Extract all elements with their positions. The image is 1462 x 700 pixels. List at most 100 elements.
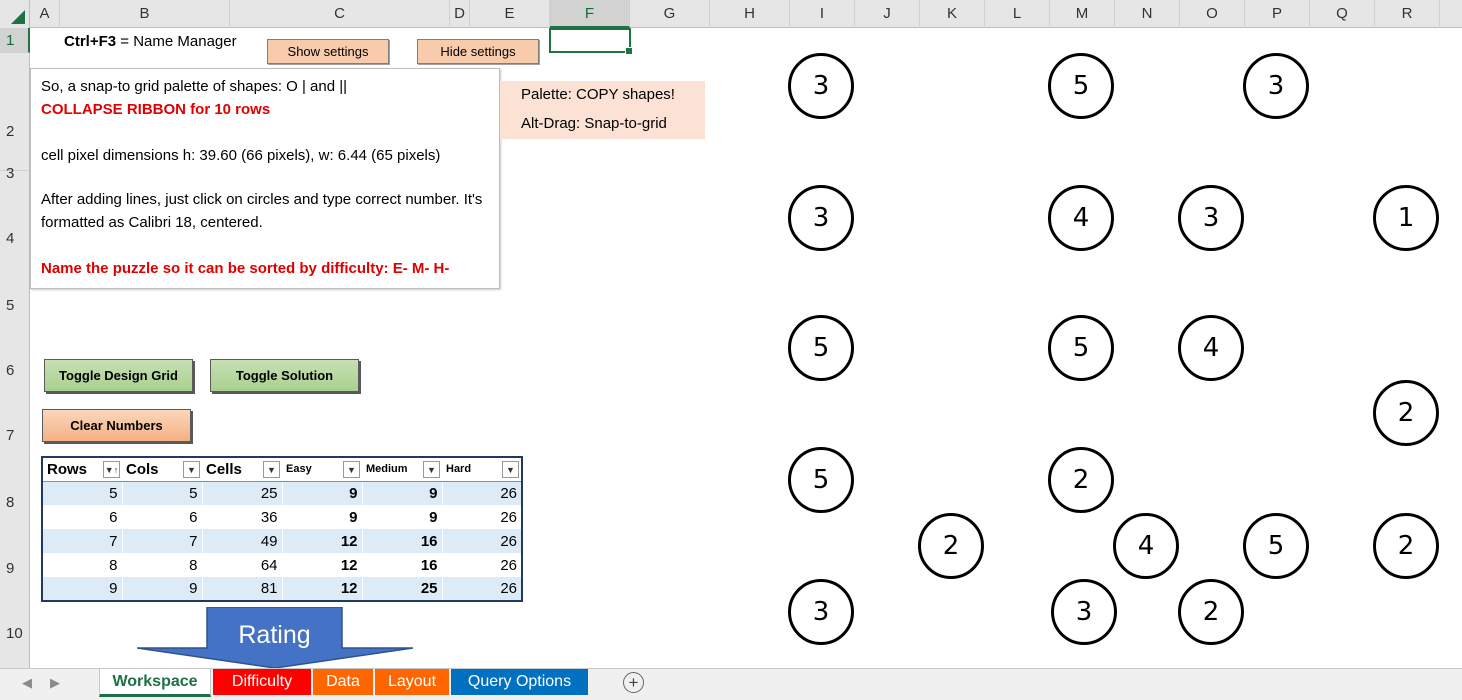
filter-dropdown-icon[interactable]: ▼ — [343, 461, 360, 478]
cell-easy[interactable]: 12 — [281, 553, 362, 577]
column-header-a[interactable]: A — [30, 0, 60, 28]
puzzle-circle-m8[interactable]: 2 — [1048, 447, 1114, 513]
column-header-k[interactable]: K — [920, 0, 985, 28]
puzzle-circle-o4[interactable]: 3 — [1178, 185, 1244, 251]
sheet-tab-workspace[interactable]: Workspace — [99, 669, 211, 697]
row-header-9[interactable]: 9 — [0, 553, 30, 583]
cell-cols[interactable]: 5 — [121, 481, 202, 505]
cell-rows[interactable]: 6 — [41, 505, 122, 529]
puzzle-circle-o6[interactable]: 4 — [1178, 315, 1244, 381]
puzzle-circle-i4[interactable]: 3 — [788, 185, 854, 251]
cell-cols[interactable]: 9 — [121, 577, 202, 601]
cell-medium[interactable]: 16 — [361, 529, 442, 553]
puzzle-circle-n9[interactable]: 4 — [1113, 513, 1179, 579]
cell-cols[interactable]: 8 — [121, 553, 202, 577]
puzzle-circle-o10[interactable]: 2 — [1178, 579, 1244, 645]
filter-dropdown-icon[interactable]: ▼ — [183, 461, 200, 478]
column-header-m[interactable]: M — [1050, 0, 1115, 28]
cell-hard[interactable]: 26 — [441, 481, 522, 505]
table-header-hard[interactable]: Hard ▼ — [442, 457, 522, 482]
filter-sort-icon[interactable]: ▼↑ — [103, 461, 120, 478]
cell-easy[interactable]: 12 — [281, 577, 362, 601]
puzzle-circle-r7[interactable]: 2 — [1373, 380, 1439, 446]
selected-cell-f1[interactable] — [549, 28, 633, 55]
column-header-o[interactable]: O — [1180, 0, 1245, 28]
cell-hard[interactable]: 26 — [441, 577, 522, 601]
cell-cols[interactable]: 6 — [121, 505, 202, 529]
puzzle-circle-i2[interactable]: 3 — [788, 53, 854, 119]
instructions-textbox[interactable]: So, a snap-to grid palette of shapes: O … — [30, 68, 500, 289]
cell-easy[interactable]: 9 — [281, 505, 362, 529]
column-header-l[interactable]: L — [985, 0, 1050, 28]
filter-dropdown-icon[interactable]: ▼ — [423, 461, 440, 478]
sheet-tab-query-options[interactable]: Query Options — [451, 669, 588, 695]
column-header-d[interactable]: D — [450, 0, 470, 28]
cell-hard[interactable]: 26 — [441, 553, 522, 577]
cell-hard[interactable]: 26 — [441, 505, 522, 529]
row-header-7[interactable]: 7 — [0, 420, 30, 450]
cell-cells[interactable]: 25 — [201, 481, 282, 505]
hide-settings-button[interactable]: Hide settings — [417, 39, 539, 64]
row-header-8[interactable]: 8 — [0, 487, 30, 517]
cell-rows[interactable]: 7 — [41, 529, 122, 553]
row-header-10[interactable]: 10 — [0, 618, 30, 648]
cell-cols[interactable]: 7 — [121, 529, 202, 553]
puzzle-circle-p9[interactable]: 5 — [1243, 513, 1309, 579]
triangle-left-icon[interactable]: ◀ — [22, 675, 32, 691]
column-header-h[interactable]: H — [710, 0, 790, 28]
column-header-q[interactable]: Q — [1310, 0, 1375, 28]
cell-cells[interactable]: 64 — [201, 553, 282, 577]
select-all-corner[interactable] — [0, 0, 30, 28]
cell-rows[interactable]: 5 — [41, 481, 122, 505]
cell-easy[interactable]: 12 — [281, 529, 362, 553]
column-header-b[interactable]: B — [60, 0, 230, 28]
sheet-tab-data[interactable]: Data — [313, 669, 373, 695]
puzzle-circle-r4[interactable]: 1 — [1373, 185, 1439, 251]
table-header-rows[interactable]: Rows ▼↑ — [42, 457, 122, 482]
table-header-easy[interactable]: Easy ▼ — [282, 457, 362, 482]
row-header-6[interactable]: 6 — [0, 355, 30, 385]
column-header-e[interactable]: E — [470, 0, 550, 28]
puzzle-circle-m4[interactable]: 4 — [1048, 185, 1114, 251]
cell-cells[interactable]: 81 — [201, 577, 282, 601]
triangle-right-icon[interactable]: ▶ — [50, 675, 60, 691]
column-header-f[interactable]: F — [550, 0, 630, 28]
plus-circle-icon[interactable]: + — [623, 672, 644, 693]
column-header-c[interactable]: C — [230, 0, 450, 28]
column-header-j[interactable]: J — [855, 0, 920, 28]
column-header-r[interactable]: R — [1375, 0, 1440, 28]
table-header-cells[interactable]: Cells ▼ — [202, 457, 282, 482]
show-settings-button[interactable]: Show settings — [267, 39, 389, 64]
puzzle-circle-i10[interactable]: 3 — [788, 579, 854, 645]
cell-medium[interactable]: 9 — [361, 481, 442, 505]
clear-numbers-button[interactable]: Clear Numbers — [42, 409, 191, 442]
sheet-tab-difficulty[interactable]: Difficulty — [213, 669, 311, 695]
cell-medium[interactable]: 16 — [361, 553, 442, 577]
puzzle-circle-r9[interactable]: 2 — [1373, 513, 1439, 579]
row-header-2[interactable]: 2 — [0, 53, 30, 171]
row-header-3[interactable]: 3 — [0, 158, 30, 188]
cell-rows[interactable]: 8 — [41, 553, 122, 577]
column-header-n[interactable]: N — [1115, 0, 1180, 28]
row-header-5[interactable]: 5 — [0, 290, 30, 320]
cell-hard[interactable]: 26 — [441, 529, 522, 553]
toggle-design-grid-button[interactable]: Toggle Design Grid — [44, 359, 193, 392]
cell-easy[interactable]: 9 — [281, 481, 362, 505]
column-header-g[interactable]: G — [630, 0, 710, 28]
filter-dropdown-icon[interactable]: ▼ — [502, 461, 519, 478]
sheet-tab-layout[interactable]: Layout — [375, 669, 449, 695]
puzzle-circle-m2[interactable]: 5 — [1048, 53, 1114, 119]
table-header-medium[interactable]: Medium ▼ — [362, 457, 442, 482]
cell-cells[interactable]: 49 — [201, 529, 282, 553]
cell-cells[interactable]: 36 — [201, 505, 282, 529]
puzzle-circle-i6[interactable]: 5 — [788, 315, 854, 381]
puzzle-circle-p2[interactable]: 3 — [1243, 53, 1309, 119]
row-header-1[interactable]: 1 — [0, 28, 30, 53]
puzzle-circle-m6[interactable]: 5 — [1048, 315, 1114, 381]
toggle-solution-button[interactable]: Toggle Solution — [210, 359, 359, 392]
table-header-cols[interactable]: Cols ▼ — [122, 457, 202, 482]
cell-medium[interactable]: 25 — [361, 577, 442, 601]
cell-rows[interactable]: 9 — [41, 577, 122, 601]
column-header-i[interactable]: I — [790, 0, 855, 28]
row-header-4[interactable]: 4 — [0, 223, 30, 253]
